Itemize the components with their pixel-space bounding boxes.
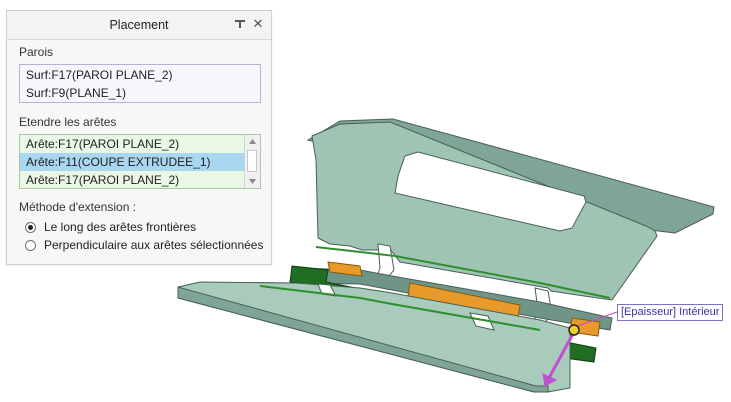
walls-label: Parois [19, 45, 54, 59]
option-label: Perpendiculaire aux arêtes sélectionnées [44, 238, 264, 252]
edges-label: Etendre les arêtes [19, 115, 117, 129]
extension-method-label: Méthode d'extension : [19, 200, 137, 214]
pin-icon[interactable] [232, 16, 248, 32]
walls-list[interactable]: Surf:F17(PAROI PLANE_2) Surf:F9(PLANE_1) [19, 64, 261, 103]
scroll-up-arrow-icon[interactable] [245, 135, 260, 148]
scroll-down-arrow-icon[interactable] [245, 175, 260, 188]
edges-list-scrollbar[interactable] [244, 135, 260, 188]
edges-list-item[interactable]: Arête:F17(PAROI PLANE_2) [20, 171, 244, 188]
option-along-boundary-edges[interactable]: Le long des arêtes frontières [25, 219, 196, 235]
close-icon[interactable]: ✕ [250, 16, 266, 32]
edges-list-item[interactable]: Arête:F17(PAROI PLANE_2) [20, 135, 244, 153]
edges-list-item-selected[interactable]: Arête:F11(COUPE EXTRUDEE_1) [20, 153, 244, 171]
placement-panel: Placement ✕ Parois Surf:F17(PAROI PLANE_… [6, 10, 272, 265]
option-perpendicular-to-edges[interactable]: Perpendiculaire aux arêtes sélectionnées [25, 237, 263, 253]
walls-list-item[interactable]: Surf:F9(PLANE_1) [20, 84, 260, 102]
edges-list[interactable]: Arête:F17(PAROI PLANE_2) Arête:F11(COUPE… [19, 134, 261, 189]
option-label: Le long des arêtes frontières [44, 220, 197, 234]
radio-selected-icon[interactable] [25, 221, 36, 233]
thickness-callout[interactable]: [Epaisseur] Intérieur [617, 304, 724, 321]
thickness-drag-handle[interactable] [568, 324, 580, 336]
scroll-thumb[interactable] [247, 150, 257, 172]
radio-unselected-icon[interactable] [25, 239, 36, 251]
walls-list-item[interactable]: Surf:F17(PAROI PLANE_2) [20, 66, 260, 84]
panel-header: Placement ✕ [7, 11, 271, 40]
